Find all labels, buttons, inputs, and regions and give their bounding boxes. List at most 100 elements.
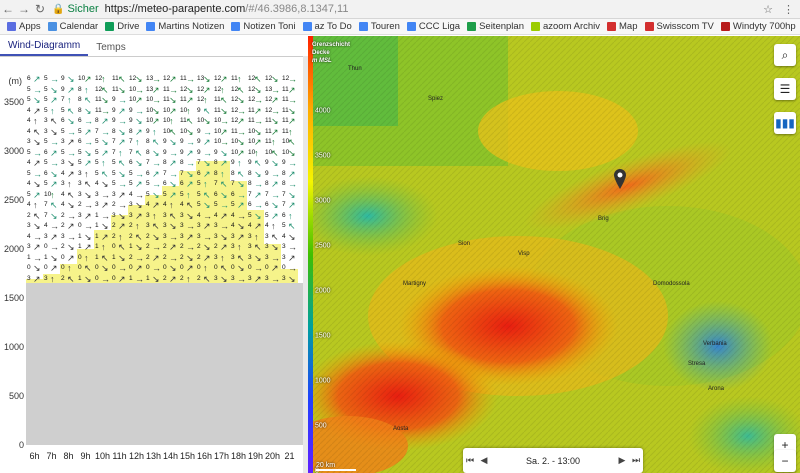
hour-label: 17h — [213, 451, 230, 461]
back-icon[interactable]: ← — [0, 2, 16, 16]
wind-arrow-icon: ↗ — [135, 263, 143, 274]
wind-arrow-icon: ↘ — [271, 200, 279, 211]
star-icon[interactable]: ☆ — [763, 3, 773, 16]
bookmark-item[interactable]: az To Do — [302, 21, 352, 32]
wind-speed: 5 — [44, 96, 48, 104]
wind-arrow-icon: → — [118, 263, 127, 274]
wind-arrow-icon: → — [152, 95, 161, 106]
wind-arrow-icon: ↘ — [84, 105, 92, 116]
bookmark-item[interactable]: Martins Notizen — [146, 21, 224, 32]
wind-speed: 7 — [197, 159, 201, 167]
wind-cell: 3 ↗ — [26, 273, 43, 285]
wind-arrow-icon: ↗ — [67, 221, 75, 232]
wind-speed: 1 — [78, 243, 82, 251]
next-frame-icon[interactable]: ▶ — [615, 455, 629, 466]
wind-speed: 6 — [146, 169, 150, 177]
wind-speed: 3 — [231, 243, 235, 251]
wind-speed: 6 — [129, 159, 133, 167]
wind-speed: 0 — [265, 264, 269, 272]
wind-arrow-icon: ↘ — [254, 84, 262, 95]
forward-icon[interactable]: → — [16, 2, 32, 16]
bookmark-item[interactable]: Drive — [105, 21, 139, 32]
time-label[interactable]: Sa. 2. - 13:00 — [491, 456, 615, 466]
wind-speed: 6 — [44, 169, 48, 177]
wind-arrow-icon: ↘ — [254, 210, 262, 221]
chart-button[interactable]: ▮▮▮ — [774, 112, 796, 134]
lock-icon: 🔒 — [52, 3, 65, 15]
bookmark-item[interactable]: Notizen Toni — [231, 21, 296, 32]
wind-cell: 1 → — [128, 273, 145, 285]
wind-arrow-icon: ↘ — [118, 252, 126, 263]
bookmark-icon — [7, 22, 16, 31]
wind-arrow-icon: ↖ — [271, 231, 279, 242]
hour-axis: 6h 7h 8h 9h 10h 11h 12h 13h 14h 15h 16h 17h 18h 19h 20… — [26, 445, 303, 473]
bookmark-item[interactable]: CCC Liga — [406, 21, 460, 32]
hour-label: 9h — [80, 451, 91, 461]
wind-speed: 2 — [61, 243, 65, 251]
wind-arrow-icon: → — [186, 137, 195, 148]
wind-arrow-icon: ↗ — [67, 84, 75, 95]
wind-arrow-icon: → — [271, 168, 280, 179]
wind-speed: 5 — [44, 159, 48, 167]
wind-arrow-icon: → — [186, 158, 195, 169]
map-pin-icon[interactable] — [614, 169, 626, 189]
menu-icon[interactable]: ⋮ — [783, 3, 794, 16]
address-bar[interactable]: https://meteo-parapente.com/#/46.3986,8.… — [105, 3, 349, 15]
wind-arrow-icon: ↖ — [169, 126, 177, 137]
wind-arrow-icon: → — [50, 221, 59, 232]
wind-speed: 5 — [248, 211, 252, 219]
wind-speed: 5 — [78, 148, 82, 156]
bookmark-item[interactable]: azoom Archiv — [530, 21, 600, 32]
wind-speed: 5 — [95, 159, 99, 167]
map-view[interactable]: 4000 3500 3000 2500 2000 1500 1000 500 0 Grenzsc… — [308, 36, 800, 473]
bookmark-item[interactable]: Touren — [358, 21, 400, 32]
wind-arrow-icon: ↘ — [84, 189, 92, 200]
tab-temps[interactable]: Temps — [88, 40, 133, 56]
bookmark-item[interactable]: Windyty 700hp — [720, 21, 796, 32]
wind-arrow-icon: ↖ — [101, 84, 109, 95]
wind-arrow-icon: ↖ — [118, 158, 126, 169]
bookmark-item[interactable]: Swisscom TV — [644, 21, 714, 32]
wind-speed: 5 — [27, 85, 31, 93]
bookmark-icon — [47, 22, 57, 31]
wind-arrow-icon: ↖ — [288, 221, 296, 232]
wind-speed: 4 — [265, 222, 269, 230]
wind-speed: 7 — [95, 127, 99, 135]
wind-arrow-icon: ↘ — [220, 231, 228, 242]
wind-speed: 3 — [214, 232, 218, 240]
first-frame-icon[interactable]: ⏮ — [463, 455, 477, 466]
wind-speed: 3 — [61, 232, 65, 240]
wind-arrow-icon: ↗ — [237, 231, 245, 242]
wind-speed: 0 — [78, 222, 82, 230]
last-frame-icon[interactable]: ⏭ — [629, 455, 643, 466]
wind-arrow-icon: ↘ — [135, 200, 143, 211]
wind-arrow-icon: ↖ — [67, 105, 75, 116]
prev-frame-icon[interactable]: ◀ — [477, 455, 491, 466]
search-button[interactable]: ⌕ — [774, 44, 796, 66]
wind-arrow-icon: ↑ — [203, 179, 208, 190]
wind-arrow-icon: ↘ — [169, 263, 177, 274]
wind-speed: 3 — [27, 138, 31, 146]
wind-arrow-icon: ↗ — [288, 252, 296, 263]
bookmark-item[interactable]: Calendar — [47, 21, 98, 32]
settings-button[interactable]: ☰ — [774, 78, 796, 100]
bookmark-item[interactable]: Seitenplan — [467, 21, 524, 32]
zoom-out-button[interactable]: − — [774, 450, 796, 472]
wind-arrow-icon: ↘ — [254, 252, 262, 263]
wind-arrow-icon: ↘ — [118, 168, 126, 179]
reload-icon[interactable]: ↻ — [32, 2, 48, 16]
wind-speed: 2 — [129, 253, 133, 261]
bookmark-item[interactable]: Map — [607, 21, 638, 32]
wind-arrow-icon: → — [135, 252, 144, 263]
wind-speed: 2 — [163, 274, 167, 282]
wind-speed: 2 — [61, 222, 65, 230]
wind-speed: 8 — [95, 117, 99, 125]
wind-speed: 6 — [163, 180, 167, 188]
wind-arrow-icon: ↖ — [101, 168, 109, 179]
wind-arrow-icon: ↗ — [254, 221, 262, 232]
wind-arrow-icon: → — [33, 147, 42, 158]
wind-arrow-icon: ↖ — [101, 252, 109, 263]
y-tick-label: 2500 — [3, 195, 24, 206]
wind-arrow-icon: → — [169, 231, 178, 242]
bookmark-item[interactable]: Apps — [7, 21, 41, 32]
